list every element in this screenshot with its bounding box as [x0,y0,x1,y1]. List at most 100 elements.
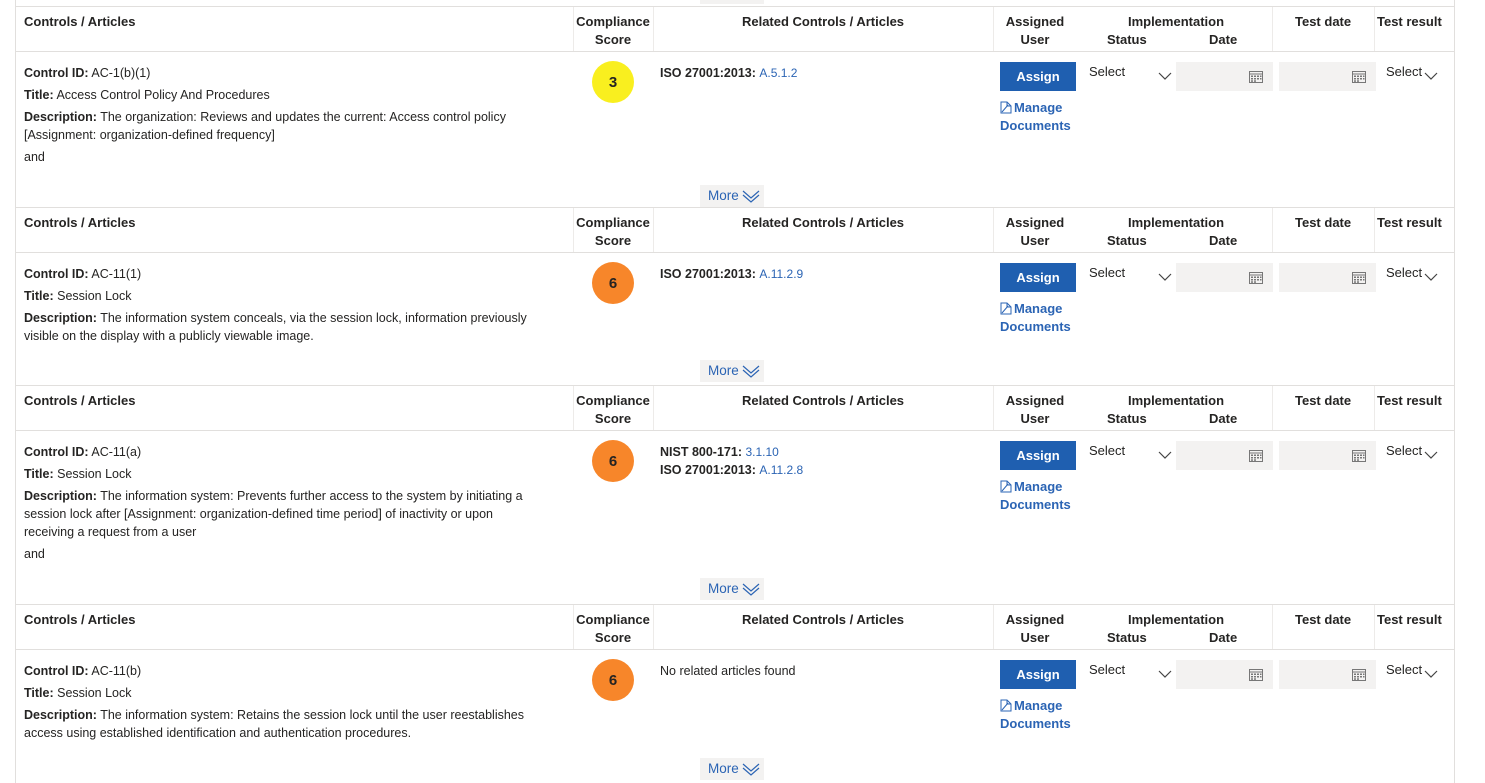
title-line: Title: Session Lock [24,287,572,305]
test-date-picker[interactable] [1279,263,1376,292]
header-assigned-user: Assigned User [1000,214,1070,250]
title-label: Title: [24,289,54,303]
related-article: ISO 27001:2013: A.11.2.9 [660,265,980,283]
header-compliance-score: Compliance Score [575,611,651,647]
header-status: Status [1107,411,1147,426]
chevron-down-icon [1158,68,1172,83]
description-value: The organization: Reviews and updates th… [100,110,506,124]
header-compliance-label: Compliance [576,14,650,29]
manage-documents-link[interactable]: Manage Documents [1000,300,1090,336]
test-date-picker[interactable] [1279,62,1376,91]
title-label: Title: [24,686,54,700]
header-compliance-label: Compliance [576,215,650,230]
more-button[interactable]: More [700,185,764,207]
description-value: session lock after [Assignment: organiza… [24,507,493,521]
test-result-select[interactable]: Select [1386,441,1448,470]
implementation-date-picker[interactable] [1176,441,1273,470]
related-article-link[interactable]: A.5.1.2 [759,66,797,80]
header-user-label: User [1020,233,1050,248]
status-select-value: Select [1089,443,1126,458]
description-line: Description: The information system conc… [24,309,572,345]
documents-label: Documents [1000,319,1071,334]
column-divider [653,386,654,430]
implementation-date-picker[interactable] [1176,660,1273,689]
header-status: Status [1107,32,1147,47]
document-icon [1000,100,1014,115]
related-articles: ISO 27001:2013: A.11.2.9 [660,265,980,283]
manage-documents-link[interactable]: Manage Documents [1000,697,1090,733]
column-divider [653,7,654,51]
assign-button[interactable]: Assign [1000,441,1076,470]
status-select[interactable]: Select [1089,660,1179,689]
description-text: Description: The information system: Ret… [24,706,572,724]
related-standard: NIST 800-171: [660,445,742,459]
test-result-select-value: Select [1386,265,1423,280]
status-select[interactable]: Select [1089,62,1179,91]
assign-button[interactable]: Assign [1000,660,1076,689]
description-text: [Assignment: organization-defined freque… [24,126,572,144]
test-date-picker[interactable] [1279,441,1376,470]
control-id-label: Control ID: [24,445,89,459]
control-details: Control ID: AC-11(b) Title: Session Lock D… [24,662,572,746]
status-select-value: Select [1089,265,1126,280]
header-assigned-label: Assigned [1005,612,1065,627]
description-value: The information system: Retains the sess… [100,708,524,722]
header-assigned-user: Assigned User [1000,13,1070,49]
description-value: visible on the display with a publicly v… [24,329,314,343]
compliance-score-badge: 6 [592,440,634,482]
implementation-date-picker[interactable] [1176,263,1273,292]
column-divider [993,605,994,649]
header-test-date: Test date [1295,612,1352,627]
column-divider [1272,208,1273,252]
more-button[interactable]: More [700,758,764,780]
header-compliance-label: Compliance [576,612,650,627]
related-article-link[interactable]: 3.1.10 [745,445,778,459]
test-result-select-value: Select [1386,64,1423,79]
chevron-down-icon [1424,68,1438,83]
more-button[interactable]: More [700,360,764,382]
header-score-label: Score [594,233,632,248]
assign-button[interactable]: Assign [1000,263,1076,292]
description-line: Description: The information system: Ret… [24,706,572,742]
description-label: Description: [24,110,97,124]
assign-button[interactable]: Assign [1000,62,1076,91]
control-id-value: AC-11(b) [91,664,142,678]
description-value: [Assignment: organization-defined freque… [24,128,275,142]
document-icon [1000,479,1014,494]
more-button[interactable]: More [700,578,764,600]
description-label: Description: [24,708,97,722]
header-compliance-score: Compliance Score [575,214,651,250]
test-date-picker[interactable] [1279,660,1376,689]
compliance-score-badge: 6 [592,262,634,304]
status-select[interactable]: Select [1089,441,1179,470]
test-result-select[interactable]: Select [1386,62,1448,91]
header-related: Related Controls / Articles [741,393,905,408]
title-label: Title: [24,88,54,102]
column-divider [1272,605,1273,649]
more-label: More [708,188,739,203]
related-articles: NIST 800-171: 3.1.10 ISO 27001:2013: A.11… [660,443,980,479]
header-score-label: Score [594,32,632,47]
test-result-select[interactable]: Select [1386,660,1448,689]
control-id-label: Control ID: [24,66,89,80]
related-article-link[interactable]: A.11.2.9 [759,267,803,281]
test-result-select-value: Select [1386,662,1423,677]
manage-documents-link[interactable]: Manage Documents [1000,99,1090,135]
manage-label: Manage [1014,698,1063,713]
status-select[interactable]: Select [1089,263,1179,292]
previous-more-button[interactable] [700,0,764,4]
column-divider [993,7,994,51]
manage-documents-link[interactable]: Manage Documents [1000,478,1090,514]
table-header-row: Controls / Articles Compliance Score Relate… [16,605,1454,650]
test-result-select[interactable]: Select [1386,263,1448,292]
description-text: Description: The information system: Pre… [24,487,572,505]
implementation-date-picker[interactable] [1176,62,1273,91]
related-article: ISO 27001:2013: A.11.2.8 [660,461,980,479]
column-divider [1272,386,1273,430]
title-value: Session Lock [57,289,132,303]
related-article-link[interactable]: A.11.2.8 [759,463,803,477]
column-divider [993,208,994,252]
table-header-row: Controls / Articles Compliance Score Relate… [16,208,1454,253]
column-divider [1374,605,1375,649]
controls-panel: Controls / Articles Compliance Score Relate… [15,0,1455,783]
